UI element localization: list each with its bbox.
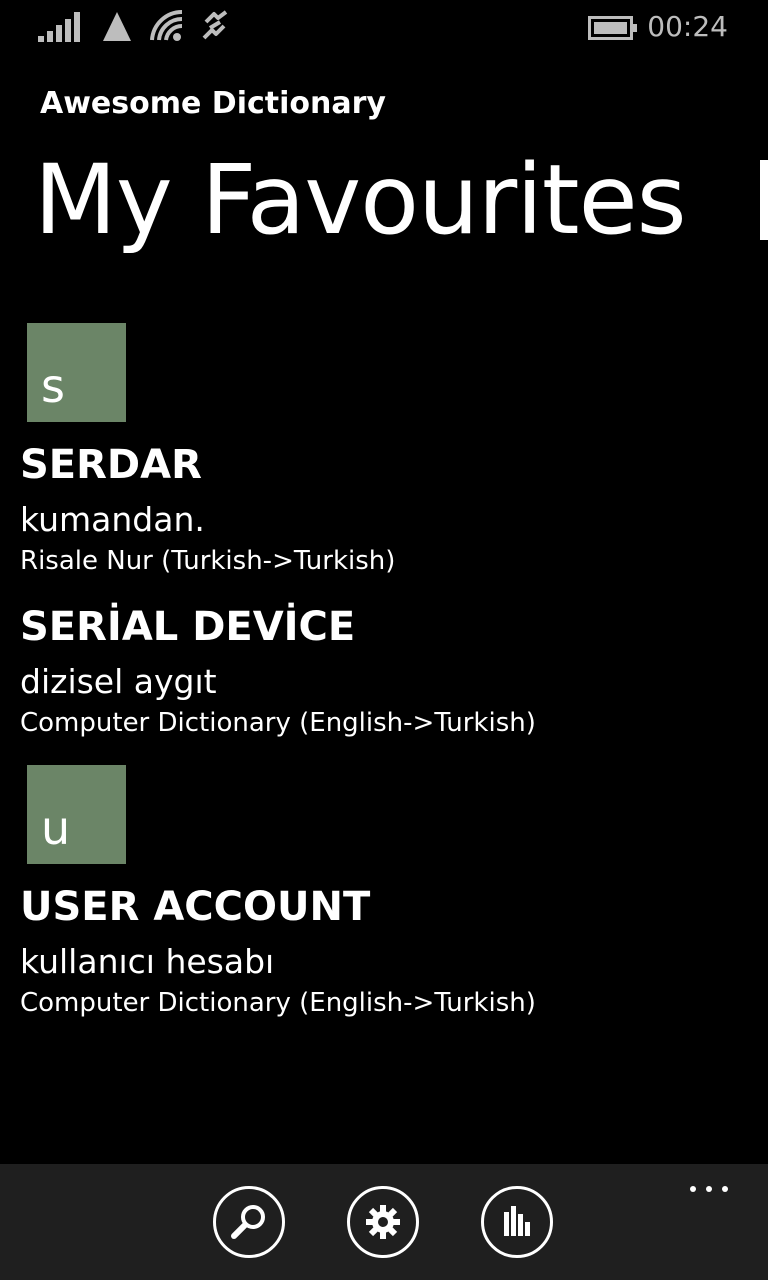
- entry-meaning: kullanıcı hesabı: [20, 942, 275, 981]
- signal-bars-icon: [38, 12, 80, 42]
- entry-meaning: kumandan.: [20, 500, 205, 539]
- list-item[interactable]: USER ACCOUNT kullanıcı hesabı Computer D…: [20, 882, 750, 1020]
- group-header-u[interactable]: u: [27, 765, 126, 864]
- search-button[interactable]: [213, 1186, 285, 1258]
- statistics-button[interactable]: [481, 1186, 553, 1258]
- list-item[interactable]: SERİAL DEVİCE dizisel aygıt Computer Dic…: [20, 602, 750, 740]
- next-pivot-header-edge[interactable]: [760, 160, 768, 240]
- chart-icon: [504, 1206, 530, 1236]
- group-letter: s: [41, 359, 65, 413]
- more-icon[interactable]: [686, 1180, 734, 1198]
- data-sync-icon: [202, 10, 228, 40]
- entry-word: SERİAL DEVİCE: [20, 604, 356, 650]
- entry-meaning: dizisel aygıt: [20, 662, 217, 701]
- entry-source: Risale Nur (Turkish->Turkish): [20, 546, 396, 576]
- entry-source: Computer Dictionary (English->Turkish): [20, 708, 536, 738]
- clock: 00:24: [647, 10, 728, 43]
- app-bar: [0, 1164, 768, 1280]
- entry-word: SERDAR: [20, 442, 202, 488]
- settings-button[interactable]: [347, 1186, 419, 1258]
- status-bar: 00:24: [0, 0, 768, 56]
- group-letter: u: [41, 801, 71, 855]
- wifi-icon: [150, 9, 183, 41]
- network-triangle-icon: [103, 12, 131, 41]
- entry-word: USER ACCOUNT: [20, 884, 371, 930]
- search-icon: [231, 1205, 265, 1239]
- app-title: Awesome Dictionary: [40, 86, 386, 121]
- list-item[interactable]: SERDAR kumandan. Risale Nur (Turkish->Tu…: [20, 440, 750, 578]
- page-title: My Favourites: [34, 144, 687, 256]
- gear-icon: [366, 1205, 400, 1239]
- entry-source: Computer Dictionary (English->Turkish): [20, 988, 536, 1018]
- battery-icon: [588, 16, 637, 40]
- group-header-s[interactable]: s: [27, 323, 126, 422]
